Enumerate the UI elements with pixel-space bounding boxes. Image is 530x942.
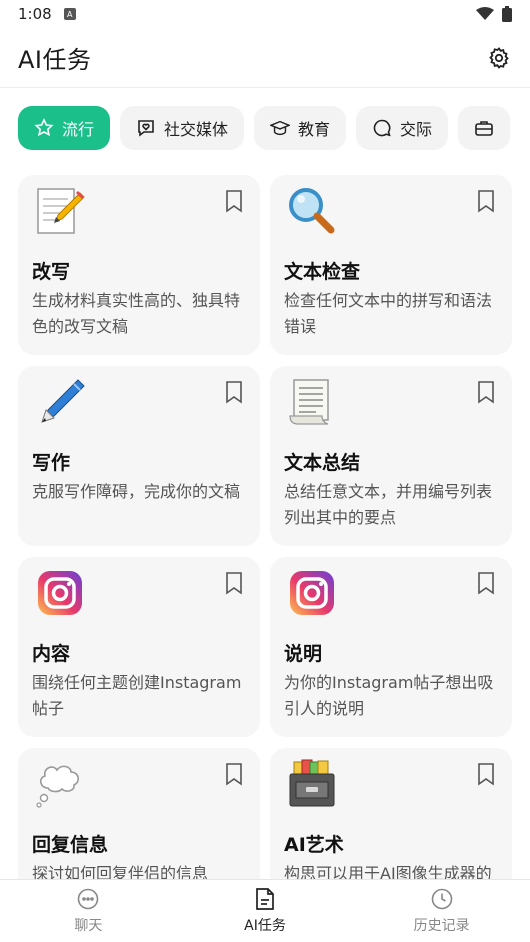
magnifier-icon [289,188,335,234]
page-title: AI任务 [18,46,92,74]
thought-bubble-icon [36,765,80,808]
chip-label: 流行 [62,120,95,139]
instagram-icon [290,571,334,615]
task-title: 回复信息 [32,834,109,856]
nav-label: 历史记录 [413,918,470,934]
nav-history[interactable]: 历史记录 [353,880,530,942]
task-description: 克服写作障碍，完成你的文稿 [32,482,241,501]
status-bar: 1:08 A [0,0,530,28]
briefcase-icon [475,121,493,136]
notification-icon: A [63,8,76,20]
task-description: 为你的Instagram帖子想出吸引人的说明 [284,673,494,718]
task-grid: 改写 生成材料真实性高的、独具特色的改写文稿 文本检查 检查任何文本中的拼写和语… [18,175,512,928]
task-card-caption[interactable]: 说明 为你的Instagram帖子想出吸引人的说明 [270,557,512,737]
bookmark-icon[interactable] [476,380,496,404]
settings-button[interactable] [486,45,512,71]
instagram-icon [38,571,82,615]
task-description: 围绕任何主题创建Instagram帖子 [32,673,242,718]
task-title: 文本总结 [284,452,361,474]
battery-icon [502,6,512,22]
task-title: 内容 [32,643,71,665]
task-card-writing[interactable]: 写作 克服写作障碍，完成你的文稿 [18,366,260,546]
chip-work[interactable] [458,106,511,150]
chip-label: 教育 [298,120,331,139]
clock-icon [431,888,452,910]
memo-pencil-icon [37,188,85,234]
task-description: 生成材料真实性高的、独具特色的改写文稿 [32,291,241,336]
bookmark-icon[interactable] [224,571,244,595]
nav-label: 聊天 [74,918,103,934]
star-icon [34,118,54,137]
bookmark-icon[interactable] [224,189,244,213]
task-title: 说明 [284,643,323,665]
chip-popular[interactable]: 流行 [18,106,111,150]
chip-communication[interactable]: 交际 [356,106,449,150]
pen-icon [41,379,85,423]
task-card-rewrite[interactable]: 改写 生成材料真实性高的、独具特色的改写文稿 [18,175,260,355]
bottom-nav: 聊天 AI任务 历史记录 [0,879,530,942]
wifi-icon [476,7,494,20]
chip-social-media[interactable]: 社交媒体 [120,106,245,150]
file-cabinet-icon [289,759,335,807]
chat-bubble-icon [373,119,391,137]
app-header: AI任务 [0,28,530,88]
bookmark-icon[interactable] [476,571,496,595]
chip-label: 社交媒体 [164,120,229,139]
task-card-content[interactable]: 内容 围绕任何主题创建Instagram帖子 [18,557,260,737]
nav-ai-tasks[interactable]: AI任务 [177,880,354,942]
heart-chat-icon [138,120,154,137]
task-card-summary[interactable]: 文本总结 总结任意文本，并用编号列表列出其中的要点 [270,366,512,546]
chat-icon [78,888,99,910]
category-chips: 流行 社交媒体 教育 交际 [18,106,530,152]
task-card-text-check[interactable]: 文本检查 检查任何文本中的拼写和语法错误 [270,175,512,355]
task-title: 写作 [32,452,71,474]
graduation-cap-icon [270,120,291,136]
status-time: 1:08 [18,5,52,23]
chip-education[interactable]: 教育 [254,106,347,150]
chip-label: 交际 [400,120,433,139]
gear-icon [489,46,509,69]
status-right [476,6,512,22]
bookmark-icon[interactable] [224,762,244,786]
document-icon [256,888,274,910]
bookmark-icon[interactable] [476,189,496,213]
task-description: 检查任何文本中的拼写和语法错误 [284,291,493,336]
task-title: 文本检查 [284,261,361,283]
task-description: 总结任意文本，并用编号列表列出其中的要点 [284,482,493,527]
scroll-icon [289,379,329,425]
nav-chat[interactable]: 聊天 [0,880,177,942]
task-title: AI艺术 [284,834,344,856]
bookmark-icon[interactable] [224,380,244,404]
bookmark-icon[interactable] [476,762,496,786]
nav-label: AI任务 [244,918,286,934]
task-title: 改写 [32,261,71,283]
